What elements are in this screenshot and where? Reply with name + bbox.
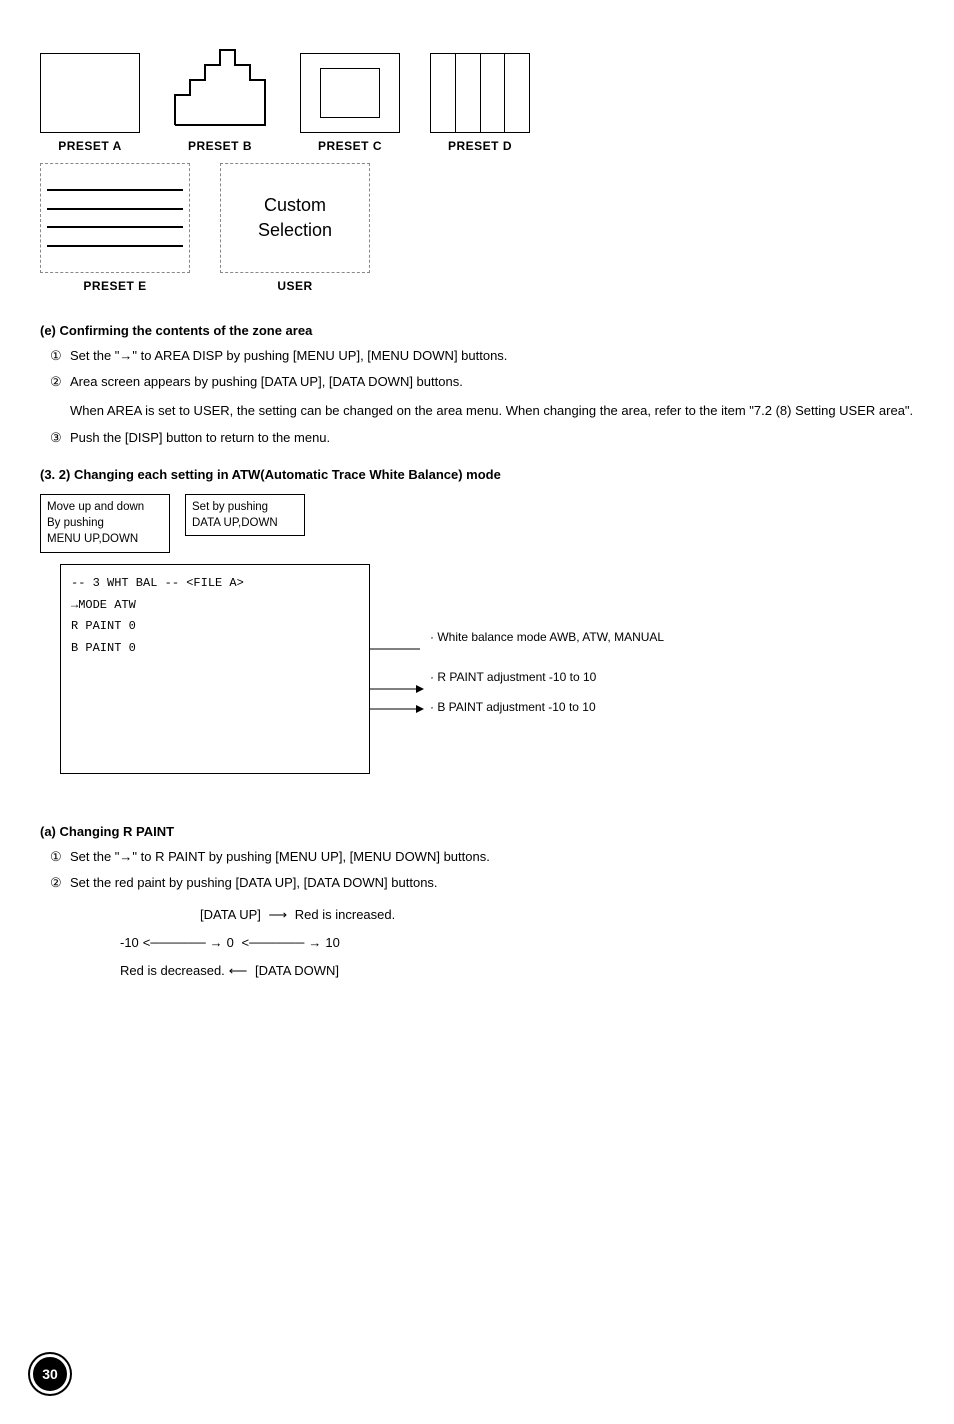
circle-1: ① [50, 346, 62, 366]
menu-line-2: →MODE ATW [71, 595, 359, 617]
menu-line-4: B PAINT 0 [71, 638, 359, 660]
atw-heading: (3. 2) Changing each setting in ATW(Auto… [40, 467, 914, 482]
user-item: CustomSelection USER [220, 163, 370, 293]
section-e-item2: ② Area screen appears by pushing [DATA U… [50, 372, 914, 392]
menu-line-3: R PAINT 0 [71, 616, 359, 638]
preset-d-item: PRESET D [430, 53, 530, 153]
paint-row3: Red is decreased. ⟵ [DATA DOWN] [120, 958, 914, 984]
presets-row2: PRESET E CustomSelection USER [40, 163, 914, 293]
preset-a-icon [40, 53, 140, 133]
preset-c-item: PRESET C [300, 53, 400, 153]
paint-row2: -10 <────── → 0 <────── → 10 [120, 930, 914, 956]
preset-e-item: PRESET E [40, 163, 190, 293]
annotation-rpaint: · R PAINT adjustment -10 to 10 [430, 669, 596, 686]
paint-diagram: [DATA UP] ⟶ Red is increased. -10 <─────… [120, 902, 914, 984]
preset-b-icon [170, 30, 270, 133]
paint-circle-1: ① [50, 847, 62, 867]
paint-circle-2: ② [50, 873, 62, 893]
paint-section: (a) Changing R PAINT ① Set the "→" to R … [40, 824, 914, 984]
annotation-wb: · White balance mode AWB, ATW, MANUAL [430, 629, 664, 646]
presets-row1: PRESET A PRESET B PRESET C PRESET D [40, 30, 914, 153]
paint-heading: (a) Changing R PAINT [40, 824, 914, 839]
circle-2: ② [50, 372, 62, 392]
paint-row1: [DATA UP] ⟶ Red is increased. [120, 902, 914, 928]
preset-c-inner [320, 68, 380, 118]
callout-left: Move up and down By pushing MENU UP,DOWN [40, 494, 170, 552]
callout-right: Set by pushing DATA UP,DOWN [185, 494, 305, 536]
preset-b-item: PRESET B [170, 30, 270, 153]
section-e-list2: ③ Push the [DISP] button to return to th… [50, 428, 914, 448]
section-e-indent: When AREA is set to USER, the setting ca… [70, 401, 914, 422]
long-arrow-right: ⟶ [265, 902, 291, 928]
paint-list: ① Set the "→" to R PAINT by pushing [MEN… [50, 847, 914, 892]
custom-selection-text: CustomSelection [258, 193, 332, 243]
section-e-item1: ① Set the "→" to AREA DISP by pushing [M… [50, 346, 914, 366]
last-line [505, 54, 529, 132]
section-e-list: ① Set the "→" to AREA DISP by pushing [M… [50, 346, 914, 391]
preset-e-icon [40, 163, 190, 273]
menu-line-1: -- 3 WHT BAL -- <FILE A> [71, 573, 359, 595]
atw-section: (3. 2) Changing each setting in ATW(Auto… [40, 467, 914, 804]
annotation-bpaint: · B PAINT adjustment -10 to 10 [430, 699, 596, 716]
preset-a-item: PRESET A [40, 53, 140, 153]
preset-c-icon [300, 53, 400, 133]
preset-d-icon [430, 53, 530, 133]
menu-screen: -- 3 WHT BAL -- <FILE A> →MODE ATW R PAI… [60, 564, 370, 774]
paint-item2: ② Set the red paint by pushing [DATA UP]… [50, 873, 914, 893]
preset-c-label: PRESET C [318, 139, 382, 153]
section-e-heading: (e) Confirming the contents of the zone … [40, 323, 914, 338]
circle-3: ③ [50, 428, 62, 448]
preset-d-label: PRESET D [448, 139, 512, 153]
section-e-item3: ③ Push the [DISP] button to return to th… [50, 428, 914, 448]
user-icon: CustomSelection [220, 163, 370, 273]
paint-item1: ① Set the "→" to R PAINT by pushing [MEN… [50, 847, 914, 867]
preset-b-label: PRESET B [188, 139, 252, 153]
user-label: USER [277, 279, 312, 293]
preset-a-label: PRESET A [58, 139, 122, 153]
preset-e-label: PRESET E [83, 279, 146, 293]
page-number: 30 [30, 1354, 70, 1394]
atw-diagram: Move up and down By pushing MENU UP,DOWN… [40, 494, 860, 804]
